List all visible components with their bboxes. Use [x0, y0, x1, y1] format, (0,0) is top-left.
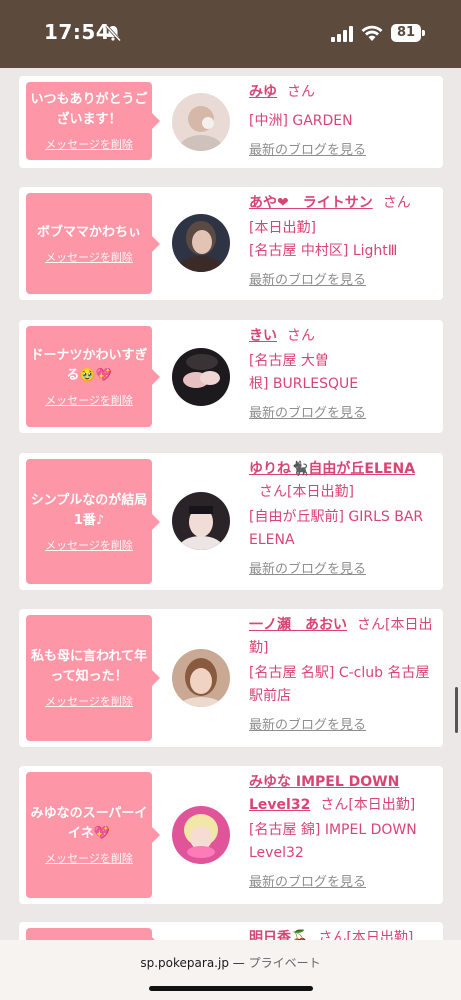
profile-name-link[interactable]: 一ノ瀬 あおい	[249, 617, 347, 633]
delete-message-link[interactable]: メッセージを削除	[45, 693, 133, 709]
status-time: 17:54	[44, 20, 111, 44]
wifi-icon	[361, 25, 383, 41]
message-card: いつもありがとうございます！ メッセージを削除 みゆ さん [中洲] GARDEN…	[19, 76, 443, 168]
message-text: みゆなのスーパーイイネ💖	[30, 806, 148, 841]
battery-tip	[422, 30, 425, 36]
shop-info: [名古屋 錦] IMPEL DOWN Level32	[249, 822, 417, 861]
message-text: ボブママかわちぃ	[36, 224, 141, 240]
latest-blog-link[interactable]: 最新のブログを見る	[249, 558, 439, 581]
delete-message-link[interactable]: メッセージを削除	[45, 249, 133, 265]
private-label: プライベート	[248, 956, 321, 970]
battery-icon: 81	[391, 24, 421, 42]
profile-info: ゆりね🐈‍⬛自由が丘ELENA さん[本日出勤] [自由が丘駅前] GIRLS B…	[249, 458, 439, 581]
url-separator: —	[228, 956, 249, 970]
message-card: ボブママかわちぃ メッセージを削除 あや❤︎ ライトサン さん [本日出勤] [名…	[19, 187, 443, 300]
url-display[interactable]: sp.pokepara.jp — プライベート	[0, 954, 461, 971]
honorific: さん[本日出勤]	[320, 797, 416, 813]
message-card: 私も母に言われて年って知った！ メッセージを削除 一ノ瀬 あおい さん[本日出勤]…	[19, 609, 443, 747]
message-text: シンプルなのが結局1番♪	[30, 492, 148, 528]
honorific: さん	[382, 195, 411, 211]
shop-info: [名古屋 大曽	[249, 353, 329, 369]
profile-name-link[interactable]: あや❤︎ ライトサン	[249, 195, 373, 211]
message-text: ドーナツかわいすぎる🥹💖	[30, 347, 148, 383]
avatar[interactable]	[172, 348, 230, 406]
latest-blog-link[interactable]: 最新のブログを見る	[249, 269, 439, 292]
avatar[interactable]	[172, 214, 230, 272]
honorific: さん[本日出勤]	[259, 484, 354, 500]
shop-info: [中洲] GARDEN	[249, 113, 353, 129]
message-bubble: いつもありがとうございます！ メッセージを削除	[26, 82, 160, 160]
shop-info: [名古屋 名駅] C-club 名古屋駅前店	[249, 665, 430, 704]
message-bubble: みゆなのスーパーイイネ💖 メッセージを削除	[26, 772, 160, 898]
profile-name-link[interactable]: きい	[249, 328, 277, 344]
honorific: さん	[287, 84, 315, 100]
delete-message-link[interactable]: メッセージを削除	[45, 136, 133, 152]
profile-info: きい さん [名古屋 大曽 根] BURLESQUE 最新のブログを見る	[249, 325, 439, 425]
delete-message-link[interactable]: メッセージを削除	[45, 537, 133, 553]
message-card: シンプルなのが結局1番♪ メッセージを削除 ゆりね🐈‍⬛自由が丘ELENA さん[…	[19, 453, 443, 590]
latest-blog-link[interactable]: 最新のブログを見る	[249, 871, 439, 894]
message-bubble: シンプルなのが結局1番♪ メッセージを削除	[26, 459, 160, 584]
signal-icon	[331, 26, 353, 42]
latest-blog-link[interactable]: 最新のブログを見る	[249, 139, 439, 162]
profile-info: みゆ さん [中洲] GARDEN 最新のブログを見る	[249, 81, 439, 162]
shop-info: [名古屋 中村区] LightⅢ	[249, 243, 398, 259]
shop-info: [本日出勤]	[249, 220, 316, 236]
latest-blog-link[interactable]: 最新のブログを見る	[249, 714, 439, 737]
honorific: さん	[287, 328, 315, 344]
profile-name-link[interactable]: ゆりね🐈‍⬛自由が丘ELENA	[249, 461, 415, 477]
shop-info: [自由が丘駅前] GIRLS BAR ELENA	[249, 509, 424, 548]
profile-info: あや❤︎ ライトサン さん [本日出勤] [名古屋 中村区] LightⅢ 最新の…	[249, 192, 439, 292]
home-indicator[interactable]	[149, 986, 313, 991]
delete-message-link[interactable]: メッセージを削除	[45, 850, 133, 866]
bell-slash-icon	[105, 24, 122, 42]
profile-name-link[interactable]: みゆ	[249, 84, 277, 100]
status-bar: 17:54 81	[0, 0, 461, 68]
browser-bottom-bar: sp.pokepara.jp — プライベート	[0, 940, 461, 1000]
message-bubble: 私も母に言われて年って知った！ メッセージを削除	[26, 615, 160, 741]
message-text: いつもありがとうございます！	[30, 92, 148, 127]
message-card: ドーナツかわいすぎる🥹💖 メッセージを削除 きい さん [名古屋 大曽 根] BU…	[19, 320, 443, 433]
avatar[interactable]	[172, 492, 230, 550]
avatar[interactable]	[172, 93, 230, 151]
shop-info: 根] BURLESQUE	[249, 376, 359, 392]
message-bubble: ドーナツかわいすぎる🥹💖 メッセージを削除	[26, 326, 160, 427]
scrollbar-thumb[interactable]	[455, 687, 458, 733]
avatar[interactable]	[172, 649, 230, 707]
profile-info: 一ノ瀬 あおい さん[本日出勤] [名古屋 名駅] C-club 名古屋駅前店 最…	[249, 614, 439, 737]
avatar[interactable]	[172, 806, 230, 864]
url-domain: sp.pokepara.jp	[140, 956, 229, 970]
latest-blog-link[interactable]: 最新のブログを見る	[249, 402, 439, 425]
message-text: 私も母に言われて年って知った！	[31, 649, 147, 684]
delete-message-link[interactable]: メッセージを削除	[45, 392, 133, 408]
message-bubble: ボブママかわちぃ メッセージを削除	[26, 193, 160, 294]
message-card: みゆなのスーパーイイネ💖 メッセージを削除 みゆな IMPEL DOWN Lev…	[19, 766, 443, 904]
profile-info: みゆな IMPEL DOWN Level32 さん[本日出勤] [名古屋 錦] I…	[249, 771, 439, 894]
